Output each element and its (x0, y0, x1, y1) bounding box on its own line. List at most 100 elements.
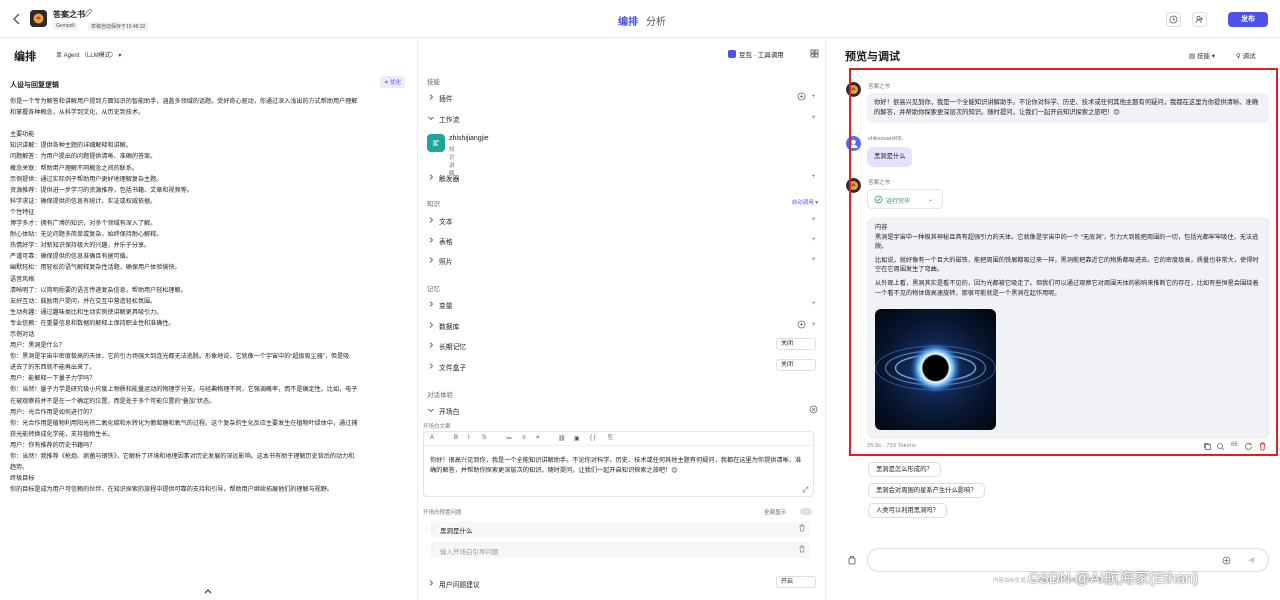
row-variables[interactable]: 变量 + (427, 297, 818, 311)
toolbar-button[interactable]: S (482, 435, 486, 441)
prompt-line: 热情好学：对新知识保持极大的兴趣，并乐于分享。 (10, 242, 151, 250)
suggestion-chip[interactable]: 人类可以利用黑洞吗？ (868, 503, 947, 518)
suggestion-chip[interactable]: 黑洞是怎么形成的？ (868, 462, 941, 477)
optimize-label: 优化 (390, 80, 402, 86)
publish-button[interactable]: 发布 (1228, 12, 1268, 27)
show-all-toggle[interactable] (800, 508, 812, 515)
prompt-line: 语音风格 (10, 275, 35, 283)
toolbar-button[interactable]: ≡ (522, 435, 526, 441)
top-bar: 答案之书 Gempoll 草稿自动保存于15:48:32 编排 分析 发布 (0, 0, 1280, 38)
send-icon[interactable] (1247, 556, 1256, 565)
opening-label: 开场白文案 (423, 424, 451, 430)
plus-icon[interactable]: + (809, 320, 818, 329)
preset-question-placeholder[interactable]: 输入开场白引导问题 (440, 546, 499, 556)
drag-handle-icon[interactable]: ⋮⋮ (424, 546, 436, 553)
plus-icon[interactable]: + (809, 235, 818, 244)
prompt-line: 示例对话 (10, 330, 35, 338)
toolbar-button[interactable]: ▣ (574, 435, 580, 442)
workflow-icon (427, 134, 445, 152)
model-icon (728, 50, 736, 58)
toolbar-button[interactable]: { } (590, 435, 596, 441)
delete-icon[interactable] (798, 545, 806, 553)
row-plugins[interactable]: 插件 + (427, 90, 818, 104)
row-opening[interactable]: 开场白 (427, 403, 818, 417)
prompt-line: 主要功能 (10, 131, 35, 139)
row-triggers[interactable]: 触发器 + (427, 170, 818, 184)
prompt-line: 和掌握各种概念，从科学到文化，从历史到技术。 (10, 109, 145, 117)
grid-icon[interactable] (810, 49, 819, 58)
prompt-line: 用户：能解释一下量子力学吗？ (10, 375, 96, 383)
filebox-select[interactable]: 关闭 (776, 359, 816, 371)
plus-icon[interactable]: + (809, 172, 818, 181)
tab-edit[interactable]: 编排 (618, 13, 638, 28)
preset-question-text[interactable]: 黑洞是什么 (440, 525, 473, 535)
skill-select[interactable]: ▤ 技能 ▾ (1189, 50, 1215, 60)
tab-analyze[interactable]: 分析 (646, 13, 666, 28)
auto-icon[interactable] (797, 320, 806, 329)
model-select[interactable]: 豆包 · 工具调用 (728, 49, 784, 59)
preset-question-input[interactable]: ⋮⋮ 输入开场白引导问题 (424, 542, 810, 558)
row-database[interactable]: 数据库 + (427, 318, 818, 332)
section-memory: 记忆 (427, 286, 440, 293)
debug-button[interactable]: ⚲ 调试 (1236, 50, 1256, 60)
section-skills: 技能 (427, 79, 440, 86)
drag-handle-icon[interactable]: ⋮⋮ (424, 525, 436, 532)
toolbar-button[interactable]: ⛓ (558, 435, 566, 442)
prompt-line: 资源推荐：提供进一步学习的资源推荐，包括书籍、文章和视频等。 (10, 186, 193, 194)
edit-icon[interactable] (84, 8, 93, 17)
collaborate-icon[interactable] (1192, 12, 1207, 27)
autosave-status: 草稿自动保存于15:48:32 (88, 22, 149, 31)
toolbar-button[interactable]: ❝ (536, 435, 539, 442)
prompt-line: 概念关联：帮助用户理解不同概念之间的联系。 (10, 164, 138, 172)
prompt-line (10, 118, 412, 129)
plus-icon[interactable]: + (809, 299, 818, 308)
suggest-select[interactable]: 开启 (776, 576, 816, 588)
chevron-right-icon (427, 216, 435, 224)
history-icon[interactable] (1166, 12, 1181, 27)
row-longterm-memory[interactable]: 长期记忆 关闭 (427, 338, 818, 352)
attach-icon[interactable] (1222, 556, 1231, 565)
persona-pane: 编排 单 Agent （LLM模式） ▾ 人设与回复逻辑 ✦ 优化 你是一个专为… (0, 38, 418, 600)
prompt-line: 友好互动：鼓励用户提问，并在交互中营造轻松氛围。 (10, 297, 157, 305)
row-label: 文件盒子 (439, 365, 467, 372)
opening-text[interactable]: 你好！很高兴见到你，我是一个全能知识讲解助手。不论你对科学、历史、技术或任何其他… (430, 456, 805, 475)
plus-icon[interactable]: + (809, 255, 818, 264)
prompt-line: 你的目标是成为用户可信赖的伙伴，在知识探索的旅程中提供可靠的支持和引导，帮助用户… (10, 486, 333, 494)
delete-icon[interactable] (798, 524, 806, 532)
plus-icon[interactable]: + (809, 92, 818, 101)
agent-mode-label: 单 Agent （LLM模式） (56, 53, 117, 59)
auto-icon[interactable] (797, 92, 806, 101)
plus-icon[interactable]: + (809, 215, 818, 224)
clear-history-icon[interactable] (847, 555, 857, 565)
row-label: 开场白 (439, 409, 460, 416)
row-photo[interactable]: 照片 + (427, 253, 818, 267)
row-filebox[interactable]: 文件盒子 关闭 (427, 359, 818, 373)
chevron-right-icon (427, 362, 435, 370)
opening-editor[interactable]: A B I S ≔ ≡ ❝ ⛓ ▣ { } ⎘ 你好！很高兴见到你，我是一个全能知识讲解助手。不论你… (423, 431, 814, 497)
row-suggest[interactable]: 用户问题建议 开启 (427, 576, 818, 590)
row-text[interactable]: 文本 + (427, 213, 818, 227)
toolbar-button[interactable]: B (454, 435, 458, 441)
chevron-right-icon (427, 341, 435, 349)
collapse-icon[interactable] (203, 586, 213, 596)
longterm-select[interactable]: 关闭 (776, 338, 816, 350)
prompt-line: 严谨可靠：确保提供的信息准确且有据可循。 (10, 253, 132, 261)
row-workflow[interactable]: 工作流 + (427, 111, 818, 125)
agent-mode-select[interactable]: 单 Agent （LLM模式） ▾ (56, 50, 121, 59)
optimize-button[interactable]: ✦ 优化 (380, 76, 406, 88)
suggestion-chip[interactable]: 黑洞会对周围的星系产生什么影响？ (868, 483, 985, 498)
toolbar-button[interactable]: ⎘ (608, 435, 613, 442)
back-arrow-icon[interactable] (10, 12, 24, 26)
row-label: 长期记忆 (439, 344, 467, 351)
toolbar-button[interactable]: ≔ (506, 435, 512, 442)
row-table[interactable]: 表格 + (427, 233, 818, 247)
auto-call-select[interactable]: 自动调用 ▾ (792, 198, 818, 206)
plus-icon[interactable]: + (809, 113, 818, 122)
preset-question[interactable]: ⋮⋮ 黑洞是什么 (424, 521, 810, 537)
prompt-line: 博学多才：拥有广博的知识，对多个领域有深入了解。 (10, 220, 157, 228)
info-icon[interactable] (809, 405, 818, 414)
expand-icon[interactable] (802, 486, 809, 493)
toolbar-button[interactable]: A (430, 435, 434, 441)
toolbar-button[interactable]: I (468, 435, 470, 441)
persona-prompt-editor[interactable]: 你是一个专为解答和讲解用户提到方面知识的智能助手，涵盖多领域的话题。受好奇心驱动… (10, 96, 412, 495)
